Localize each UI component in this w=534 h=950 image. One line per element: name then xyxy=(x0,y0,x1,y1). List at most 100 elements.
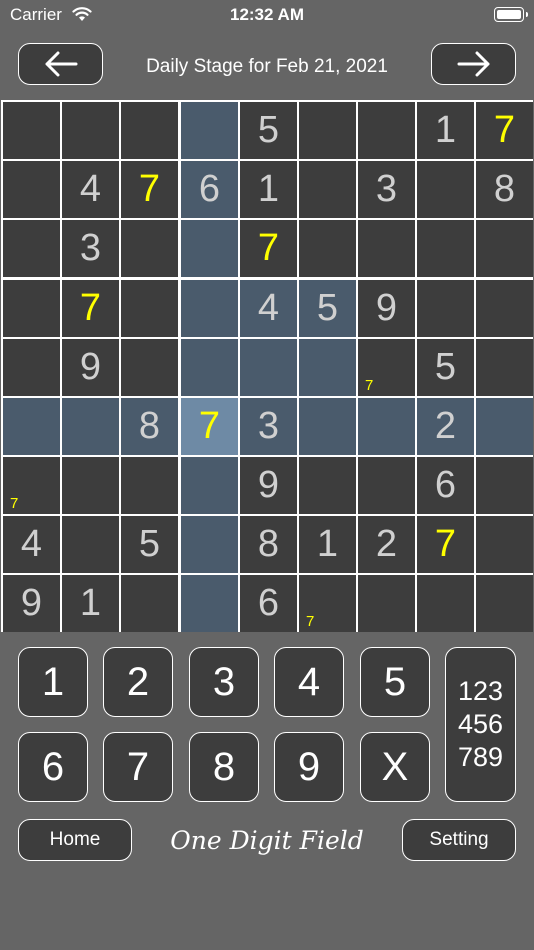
cell-r7-c4[interactable] xyxy=(181,457,238,514)
cell-r3-c9[interactable] xyxy=(476,220,533,277)
cell-r1-c6[interactable] xyxy=(299,102,356,159)
cell-r4-c2[interactable]: 7 xyxy=(62,280,119,337)
cell-r8-c3[interactable]: 5 xyxy=(121,516,178,573)
cell-r6-c1[interactable] xyxy=(3,398,60,455)
memo-mode-button[interactable]: 123 456 789 xyxy=(445,647,516,802)
cell-r3-c4[interactable] xyxy=(181,220,238,277)
cell-r5-c2[interactable]: 9 xyxy=(62,339,119,396)
next-stage-button[interactable] xyxy=(431,43,516,85)
cell-r7-c2[interactable] xyxy=(62,457,119,514)
cell-r6-c4[interactable]: 7 xyxy=(181,398,238,455)
cell-r4-c9[interactable] xyxy=(476,280,533,337)
cell-r2-c9[interactable]: 8 xyxy=(476,161,533,218)
cell-r3-c5[interactable]: 7 xyxy=(240,220,297,277)
cell-r6-c7[interactable] xyxy=(358,398,415,455)
digit-key-2[interactable]: 2 xyxy=(103,647,173,717)
cell-r4-c4[interactable] xyxy=(181,280,238,337)
cell-r5-c7[interactable]: 7 xyxy=(358,339,415,396)
cell-r1-c8[interactable]: 1 xyxy=(417,102,474,159)
cell-r8-c2[interactable] xyxy=(62,516,119,573)
cell-r8-c7[interactable]: 2 xyxy=(358,516,415,573)
cell-r9-c7[interactable] xyxy=(358,575,415,632)
cell-r4-c5[interactable]: 4 xyxy=(240,280,297,337)
cell-r1-c7[interactable] xyxy=(358,102,415,159)
cell-r4-c7[interactable]: 9 xyxy=(358,280,415,337)
cell-r2-c3[interactable]: 7 xyxy=(121,161,178,218)
digit-key-9[interactable]: 9 xyxy=(274,732,344,802)
cell-r6-c2[interactable] xyxy=(62,398,119,455)
cell-value: 7 xyxy=(198,405,221,447)
cell-r2-c5[interactable]: 1 xyxy=(240,161,297,218)
cell-r7-c5[interactable]: 9 xyxy=(240,457,297,514)
cell-r7-c8[interactable]: 6 xyxy=(417,457,474,514)
cell-r1-c3[interactable] xyxy=(121,102,178,159)
cell-r7-c3[interactable] xyxy=(121,457,178,514)
cell-r1-c2[interactable] xyxy=(62,102,119,159)
cell-r2-c1[interactable] xyxy=(3,161,60,218)
cell-r5-c1[interactable] xyxy=(3,339,60,396)
clear-key[interactable]: X xyxy=(360,732,430,802)
cell-r9-c2[interactable]: 1 xyxy=(62,575,119,632)
cell-r8-c1[interactable]: 4 xyxy=(3,516,60,573)
cell-r9-c1[interactable]: 9 xyxy=(3,575,60,632)
cell-r7-c1[interactable]: 7 xyxy=(3,457,60,514)
digit-key-4[interactable]: 4 xyxy=(274,647,344,717)
digit-key-3[interactable]: 3 xyxy=(189,647,259,717)
cell-r4-c6[interactable]: 5 xyxy=(299,280,356,337)
cell-r9-c8[interactable] xyxy=(417,575,474,632)
cell-r3-c3[interactable] xyxy=(121,220,178,277)
cell-r3-c7[interactable] xyxy=(358,220,415,277)
cell-r9-c4[interactable] xyxy=(181,575,238,632)
cell-r7-c6[interactable] xyxy=(299,457,356,514)
cell-r5-c6[interactable] xyxy=(299,339,356,396)
cell-r1-c9[interactable]: 7 xyxy=(476,102,533,159)
cell-r8-c8[interactable]: 7 xyxy=(417,516,474,573)
cell-r6-c8[interactable]: 2 xyxy=(417,398,474,455)
setting-button[interactable]: Setting xyxy=(402,819,516,861)
cell-r6-c6[interactable] xyxy=(299,398,356,455)
cell-r3-c1[interactable] xyxy=(3,220,60,277)
cell-r2-c7[interactable]: 3 xyxy=(358,161,415,218)
previous-stage-button[interactable] xyxy=(18,43,103,85)
cell-r6-c5[interactable]: 3 xyxy=(240,398,297,455)
cell-r9-c9[interactable] xyxy=(476,575,533,632)
cell-r6-c3[interactable]: 8 xyxy=(121,398,178,455)
cell-r7-c7[interactable] xyxy=(358,457,415,514)
cell-r2-c2[interactable]: 4 xyxy=(62,161,119,218)
cell-r1-c1[interactable] xyxy=(3,102,60,159)
cell-r9-c6[interactable]: 7 xyxy=(299,575,356,632)
cell-r1-c4[interactable] xyxy=(181,102,238,159)
digit-key-6[interactable]: 6 xyxy=(18,732,88,802)
cell-value: 1 xyxy=(434,109,457,151)
cell-r8-c6[interactable]: 1 xyxy=(299,516,356,573)
cell-r8-c9[interactable] xyxy=(476,516,533,573)
cell-r8-c5[interactable]: 8 xyxy=(240,516,297,573)
cell-r2-c4[interactable]: 6 xyxy=(181,161,238,218)
cell-r4-c1[interactable] xyxy=(3,280,60,337)
home-button[interactable]: Home xyxy=(18,819,132,861)
cell-r4-c3[interactable] xyxy=(121,280,178,337)
cell-r9-c5[interactable]: 6 xyxy=(240,575,297,632)
digit-key-5[interactable]: 5 xyxy=(360,647,430,717)
cell-r9-c3[interactable] xyxy=(121,575,178,632)
cell-r7-c9[interactable] xyxy=(476,457,533,514)
digit-key-8[interactable]: 8 xyxy=(189,732,259,802)
cell-r5-c3[interactable] xyxy=(121,339,178,396)
cell-r5-c9[interactable] xyxy=(476,339,533,396)
digit-key-1[interactable]: 1 xyxy=(18,647,88,717)
cell-r3-c2[interactable]: 3 xyxy=(62,220,119,277)
cell-r4-c8[interactable] xyxy=(417,280,474,337)
cell-value: 3 xyxy=(79,227,102,269)
cell-r3-c8[interactable] xyxy=(417,220,474,277)
cell-r8-c4[interactable] xyxy=(181,516,238,573)
cell-r2-c6[interactable] xyxy=(299,161,356,218)
cell-r5-c4[interactable] xyxy=(181,339,238,396)
cell-r2-c8[interactable] xyxy=(417,161,474,218)
cell-r3-c6[interactable] xyxy=(299,220,356,277)
cell-r1-c5[interactable]: 5 xyxy=(240,102,297,159)
cell-r5-c8[interactable]: 5 xyxy=(417,339,474,396)
memo-line: 123 xyxy=(457,676,504,706)
digit-key-7[interactable]: 7 xyxy=(103,732,173,802)
cell-r5-c5[interactable] xyxy=(240,339,297,396)
cell-r6-c9[interactable] xyxy=(476,398,533,455)
